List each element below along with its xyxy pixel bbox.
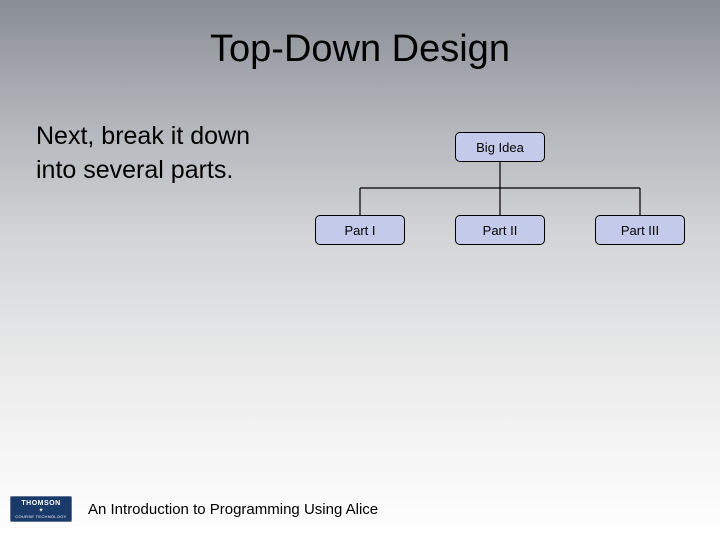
body-line-1: Next, break it down — [36, 120, 250, 154]
body-text: Next, break it down into several parts. — [36, 120, 250, 188]
logo-star-icon: ✦ — [38, 508, 43, 514]
footer-text: An Introduction to Programming Using Ali… — [88, 501, 378, 518]
slide-title: Top-Down Design — [0, 28, 720, 71]
publisher-logo: THOMSON ✦ COURSE TECHNOLOGY — [10, 496, 72, 522]
node-root: Big Idea — [455, 132, 545, 162]
logo-line-2: COURSE TECHNOLOGY — [15, 515, 66, 519]
node-child-3: Part III — [595, 215, 685, 245]
node-child-1: Part I — [315, 215, 405, 245]
hierarchy-diagram: Big Idea Part I Part II Part III — [300, 132, 700, 272]
body-line-2: into several parts. — [36, 154, 250, 188]
node-child-2: Part II — [455, 215, 545, 245]
logo-line-1: THOMSON — [21, 500, 60, 507]
